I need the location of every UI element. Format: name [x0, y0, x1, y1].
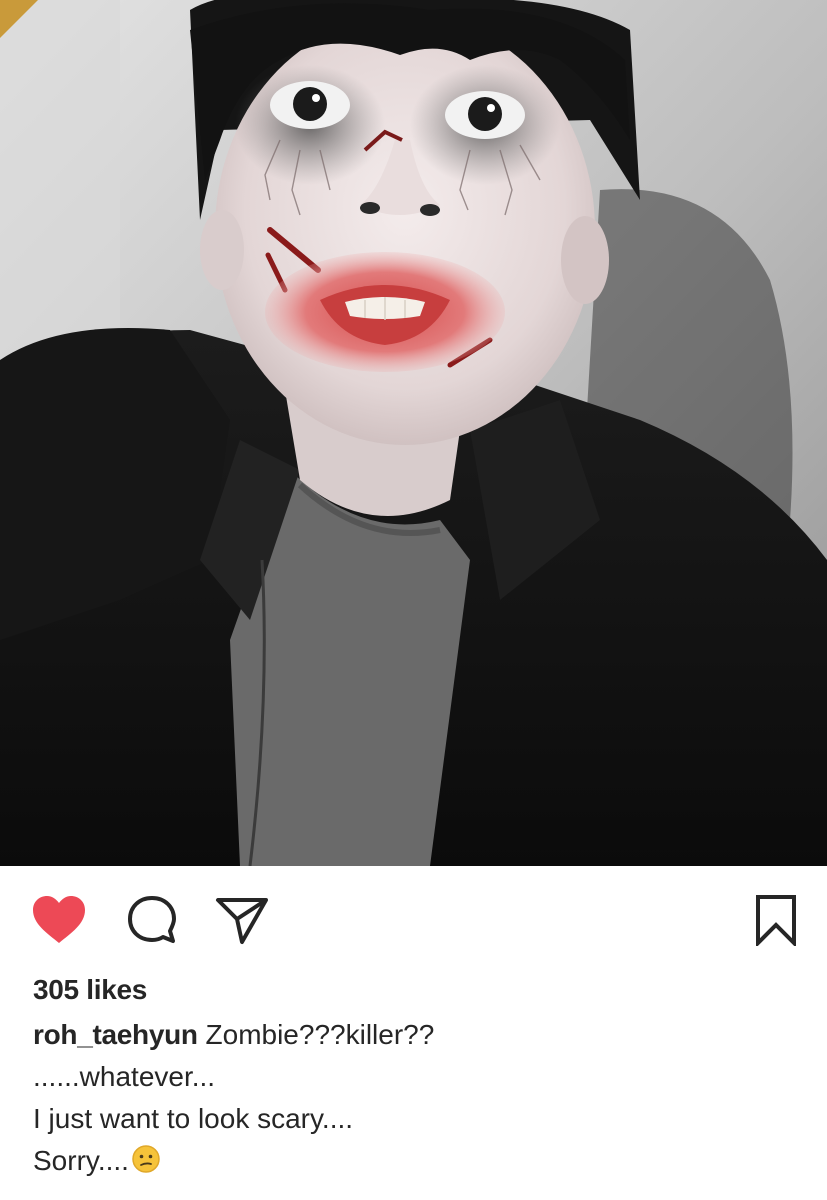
- caption-line: Sorry....: [33, 1145, 129, 1176]
- caption-text: Zombie???killer??: [205, 1019, 435, 1050]
- post-username[interactable]: roh_taehyun: [33, 1019, 198, 1050]
- paper-plane-icon[interactable]: [214, 892, 270, 948]
- likes-count[interactable]: 305 likes: [33, 970, 813, 1010]
- post-caption: roh_taehyun Zombie???killer?? ......what…: [33, 1014, 813, 1186]
- caption-line: I just want to look scary....: [33, 1103, 354, 1134]
- heart-icon[interactable]: [31, 892, 87, 948]
- caption-last-line: Sorry....: [33, 1140, 813, 1186]
- post-photo-illustration: [0, 0, 827, 866]
- caption-line: ......whatever...: [33, 1061, 216, 1092]
- confused-face-emoji: [131, 1144, 161, 1186]
- bookmark-icon[interactable]: [748, 892, 804, 948]
- post-action-bar: [0, 866, 827, 970]
- post-photo[interactable]: [0, 0, 827, 866]
- post-meta: 305 likes roh_taehyun Zombie???killer?? …: [33, 970, 813, 1186]
- comment-bubble-icon[interactable]: [124, 892, 180, 948]
- caption-first-line: roh_taehyun Zombie???killer??: [33, 1014, 813, 1056]
